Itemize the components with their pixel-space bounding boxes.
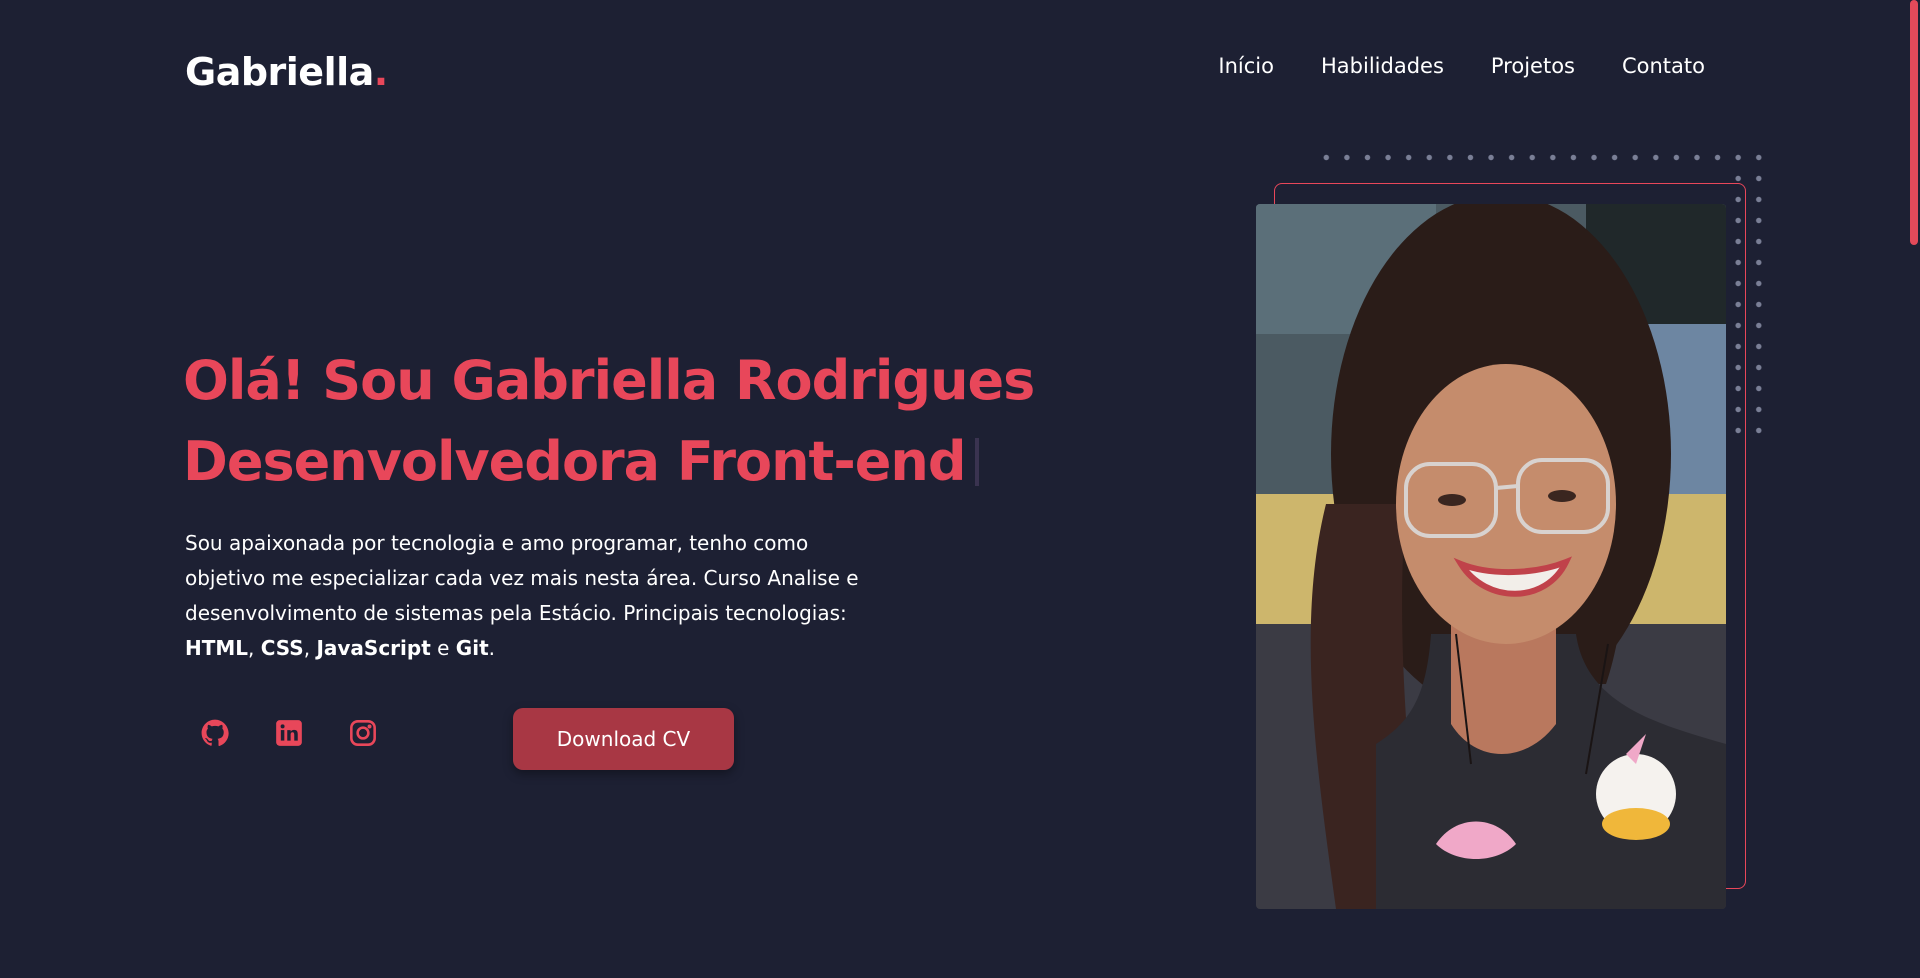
scrollbar-thumb[interactable] bbox=[1910, 0, 1918, 245]
headline-role: Desenvolvedora Front-end bbox=[183, 430, 966, 493]
social-links bbox=[200, 718, 378, 748]
page-scrollbar[interactable] bbox=[1908, 0, 1920, 978]
separator: e bbox=[430, 636, 456, 660]
hero-headline: Olá! Sou Gabriella Rodrigues Desenvolved… bbox=[183, 340, 1035, 502]
main-nav: Início Habilidades Projetos Contato bbox=[1218, 54, 1705, 78]
logo-dot: . bbox=[373, 50, 388, 94]
profile-photo bbox=[1256, 204, 1726, 909]
description-end: . bbox=[488, 636, 495, 660]
separator: , bbox=[303, 636, 317, 660]
download-cv-button[interactable]: Download CV bbox=[513, 708, 734, 770]
tech-javascript: JavaScript bbox=[316, 636, 431, 660]
nav-link-contato[interactable]: Contato bbox=[1622, 54, 1705, 78]
logo-text: Gabriella bbox=[185, 50, 374, 94]
instagram-icon[interactable] bbox=[348, 718, 378, 748]
nav-link-projetos[interactable]: Projetos bbox=[1491, 54, 1575, 78]
github-icon[interactable] bbox=[200, 718, 230, 748]
headline-line-2: Desenvolvedora Front-end bbox=[183, 421, 1034, 502]
description-text: Sou apaixonada por tecnologia e amo prog… bbox=[185, 531, 859, 625]
linkedin-icon[interactable] bbox=[274, 718, 304, 748]
tech-html: HTML bbox=[185, 636, 249, 660]
site-logo[interactable]: Gabriella. bbox=[185, 50, 388, 94]
tech-git: Git bbox=[455, 636, 489, 660]
headline-line-1: Olá! Sou Gabriella Rodrigues bbox=[183, 349, 1035, 412]
hero-description: Sou apaixonada por tecnologia e amo prog… bbox=[185, 526, 885, 666]
typing-cursor bbox=[975, 438, 980, 486]
separator: , bbox=[248, 636, 261, 660]
nav-link-habilidades[interactable]: Habilidades bbox=[1321, 54, 1444, 78]
nav-link-inicio[interactable]: Início bbox=[1218, 54, 1274, 78]
tech-css: CSS bbox=[260, 636, 304, 660]
